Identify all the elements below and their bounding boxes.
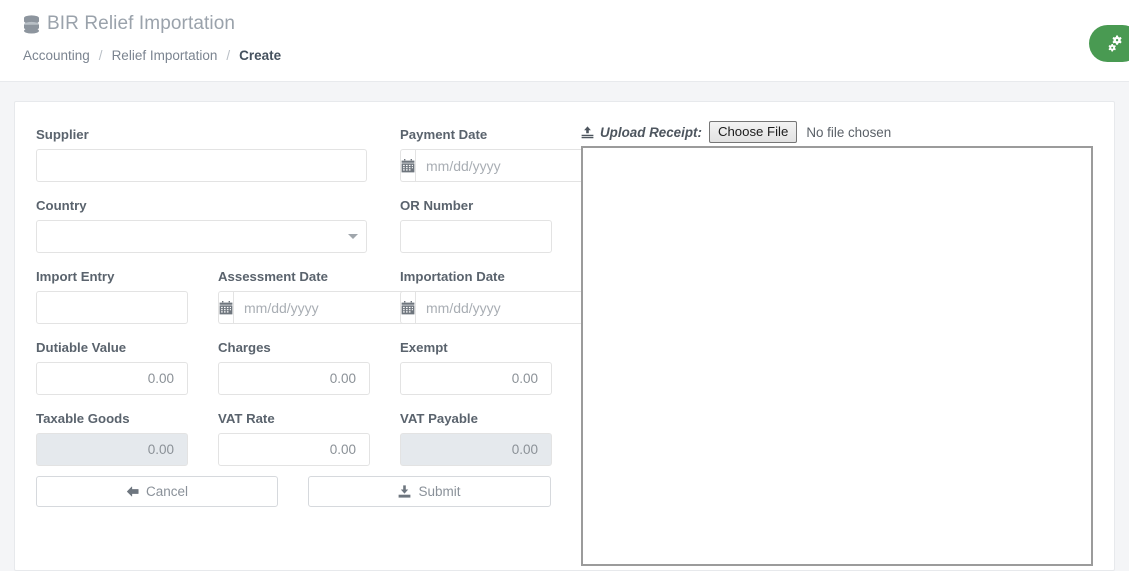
upload-receipt-label: Upload Receipt: (600, 124, 702, 140)
page-title-row: BIR Relief Importation (23, 13, 235, 35)
breadcrumb: Accounting / Relief Importation / Create (23, 48, 281, 63)
breadcrumb-separator: / (98, 48, 103, 63)
cancel-button[interactable]: Cancel (36, 476, 278, 507)
upload-receipt-row: Upload Receipt: Choose File No file chos… (581, 121, 892, 144)
field-vat-rate: VAT Rate (218, 411, 370, 467)
receipt-preview-box (581, 146, 1093, 566)
or-number-label: OR Number (400, 198, 474, 213)
field-payment-date: Payment Date (400, 127, 618, 183)
country-label: Country (36, 198, 87, 213)
cancel-button-label: Cancel (145, 484, 189, 499)
dutiable-value-input[interactable] (36, 362, 188, 396)
arrow-left-icon (126, 485, 139, 498)
import-entry-input[interactable] (36, 291, 188, 325)
vat-payable-label: VAT Payable (400, 411, 478, 426)
field-taxable-goods: Taxable Goods (36, 411, 188, 467)
field-country: Country (36, 198, 367, 254)
charges-label: Charges (218, 340, 271, 355)
caret-down-icon (348, 234, 358, 240)
calendar-icon[interactable] (400, 291, 415, 325)
taxable-goods-input (36, 433, 188, 467)
submit-button[interactable]: Submit (308, 476, 551, 507)
database-icon (23, 14, 40, 34)
taxable-goods-label: Taxable Goods (36, 411, 130, 426)
field-assessment-date: Assessment Date (218, 269, 436, 325)
choose-file-button[interactable]: Choose File (708, 121, 798, 144)
form-card: Supplier Payment Date Country (14, 101, 1115, 571)
vat-rate-label: VAT Rate (218, 411, 275, 426)
settings-button[interactable] (1089, 25, 1129, 62)
supplier-label: Supplier (36, 127, 89, 142)
supplier-input[interactable] (36, 149, 367, 183)
submit-button-label: Submit (418, 484, 461, 499)
field-vat-payable: VAT Payable (400, 411, 552, 467)
vat-rate-input[interactable] (218, 433, 370, 467)
calendar-icon[interactable] (218, 291, 233, 325)
importation-date-label: Importation Date (400, 269, 505, 284)
field-import-entry: Import Entry (36, 269, 188, 325)
field-charges: Charges (218, 340, 370, 396)
no-file-chosen-text: No file chosen (806, 124, 892, 140)
import-entry-label: Import Entry (36, 269, 115, 284)
download-icon (398, 485, 411, 498)
field-dutiable-value: Dutiable Value (36, 340, 188, 396)
breadcrumb-separator: / (226, 48, 231, 63)
or-number-input[interactable] (400, 220, 552, 254)
page-title: BIR Relief Importation (47, 13, 236, 34)
exempt-label: Exempt (400, 340, 448, 355)
vat-payable-input (400, 433, 552, 467)
field-exempt: Exempt (400, 340, 552, 396)
exempt-input[interactable] (400, 362, 552, 396)
upload-icon (581, 125, 600, 139)
field-supplier: Supplier (36, 127, 367, 183)
breadcrumb-item-create: Create (239, 48, 282, 63)
field-importation-date: Importation Date (400, 269, 618, 325)
charges-input[interactable] (218, 362, 370, 396)
breadcrumb-item-relief-importation[interactable]: Relief Importation (112, 48, 218, 63)
calendar-icon[interactable] (400, 149, 415, 183)
breadcrumb-item-accounting[interactable]: Accounting (23, 48, 90, 63)
payment-date-label: Payment Date (400, 127, 488, 142)
field-or-number: OR Number (400, 198, 552, 254)
gears-icon (1106, 34, 1125, 53)
country-select[interactable] (36, 220, 367, 254)
page-header: BIR Relief Importation Accounting / Reli… (0, 0, 1129, 82)
assessment-date-label: Assessment Date (218, 269, 328, 284)
dutiable-value-label: Dutiable Value (36, 340, 127, 355)
